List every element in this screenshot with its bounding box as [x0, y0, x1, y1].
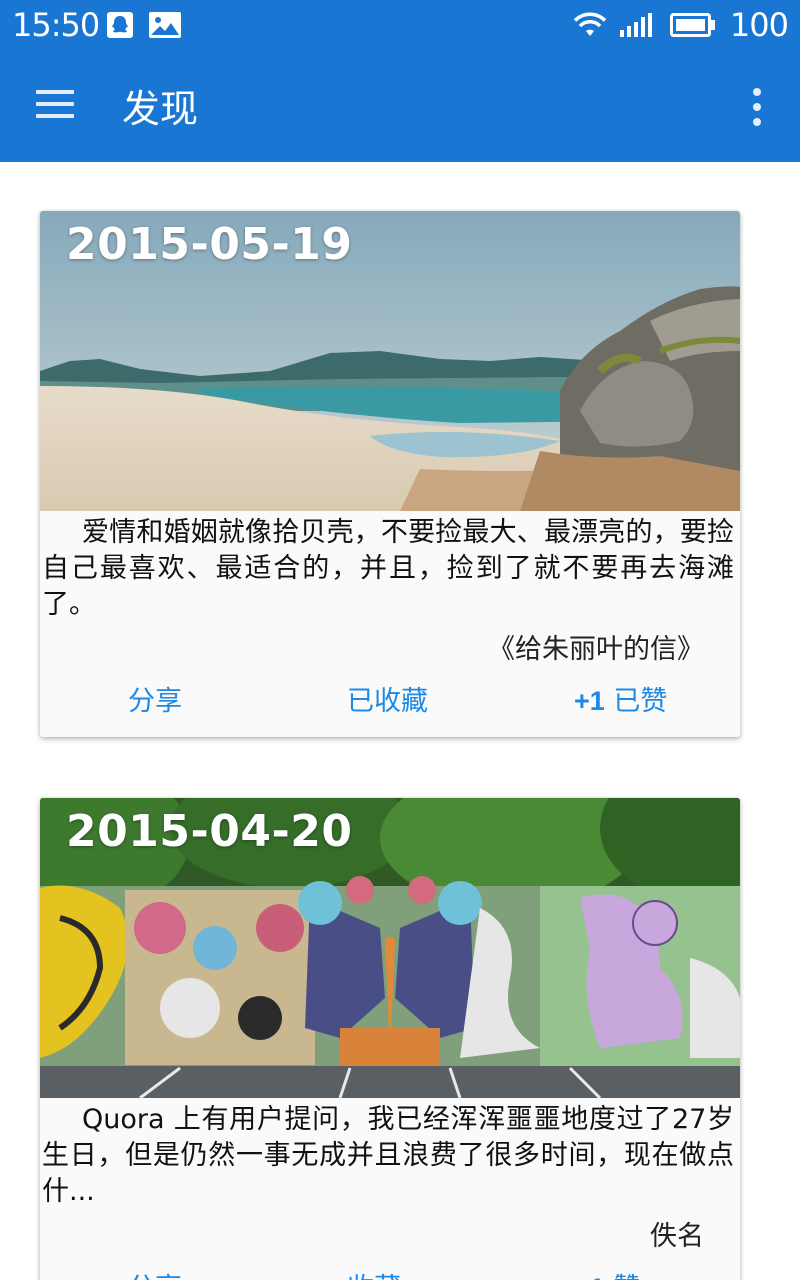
signal-icon: [619, 13, 652, 37]
like-button[interactable]: +1 赞: [574, 1266, 640, 1280]
card-date: 2015-04-20: [66, 806, 353, 857]
card-actions: 分享 收藏 +1 赞: [40, 1254, 740, 1280]
app-bar: 发现: [0, 52, 800, 162]
like-label: 赞: [613, 1273, 640, 1280]
article-card[interactable]: 2015-05-19 爱情和婚姻就像拾贝壳，不要捡最大、最漂亮的，要捡自己最喜欢…: [40, 211, 740, 737]
favorite-button[interactable]: 已收藏: [347, 679, 428, 718]
status-bar: 15:50 100: [0, 0, 800, 52]
card-image-mural[interactable]: 2015-04-20: [40, 798, 740, 1098]
hamburger-menu-icon[interactable]: [36, 90, 76, 122]
page-title: 发现: [122, 87, 199, 131]
share-button[interactable]: 分享: [128, 1266, 182, 1280]
card-source: 《给朱丽叶的信》: [488, 634, 704, 665]
like-count: +1: [574, 686, 605, 716]
favorite-button[interactable]: 收藏: [347, 1266, 401, 1280]
notification-icons: [106, 11, 182, 39]
like-label: 已赞: [613, 686, 668, 717]
card-source: 佚名: [650, 1221, 704, 1252]
card-quote-text[interactable]: Quora 上有用户提问，我已经浑浑噩噩地度过了27岁生日，但是仍然一事无成并且…: [40, 1098, 740, 1210]
card-actions: 分享 已收藏 +1 已赞: [40, 667, 740, 737]
article-card[interactable]: 2015-04-20 Quora 上有用户提问，我已经浑浑噩噩地度过了27岁生日…: [40, 798, 740, 1280]
battery-level: 100: [729, 6, 789, 44]
share-button[interactable]: 分享: [128, 679, 182, 718]
card-image-beach[interactable]: 2015-05-19: [40, 211, 740, 511]
like-count: +1: [574, 1273, 605, 1280]
system-indicators: 100: [573, 6, 789, 44]
like-button[interactable]: +1 已赞: [574, 679, 667, 718]
status-time: 15:50: [12, 6, 100, 44]
card-quote-text[interactable]: 爱情和婚姻就像拾贝壳，不要捡最大、最漂亮的，要捡自己最喜欢、最适合的，并且，捡到…: [40, 511, 740, 623]
gallery-icon: [149, 12, 181, 38]
battery-icon: [669, 13, 715, 37]
wifi-icon: [573, 12, 606, 36]
more-vert-icon[interactable]: [750, 88, 762, 128]
qq-icon: [107, 12, 133, 38]
card-date: 2015-05-19: [66, 219, 353, 270]
